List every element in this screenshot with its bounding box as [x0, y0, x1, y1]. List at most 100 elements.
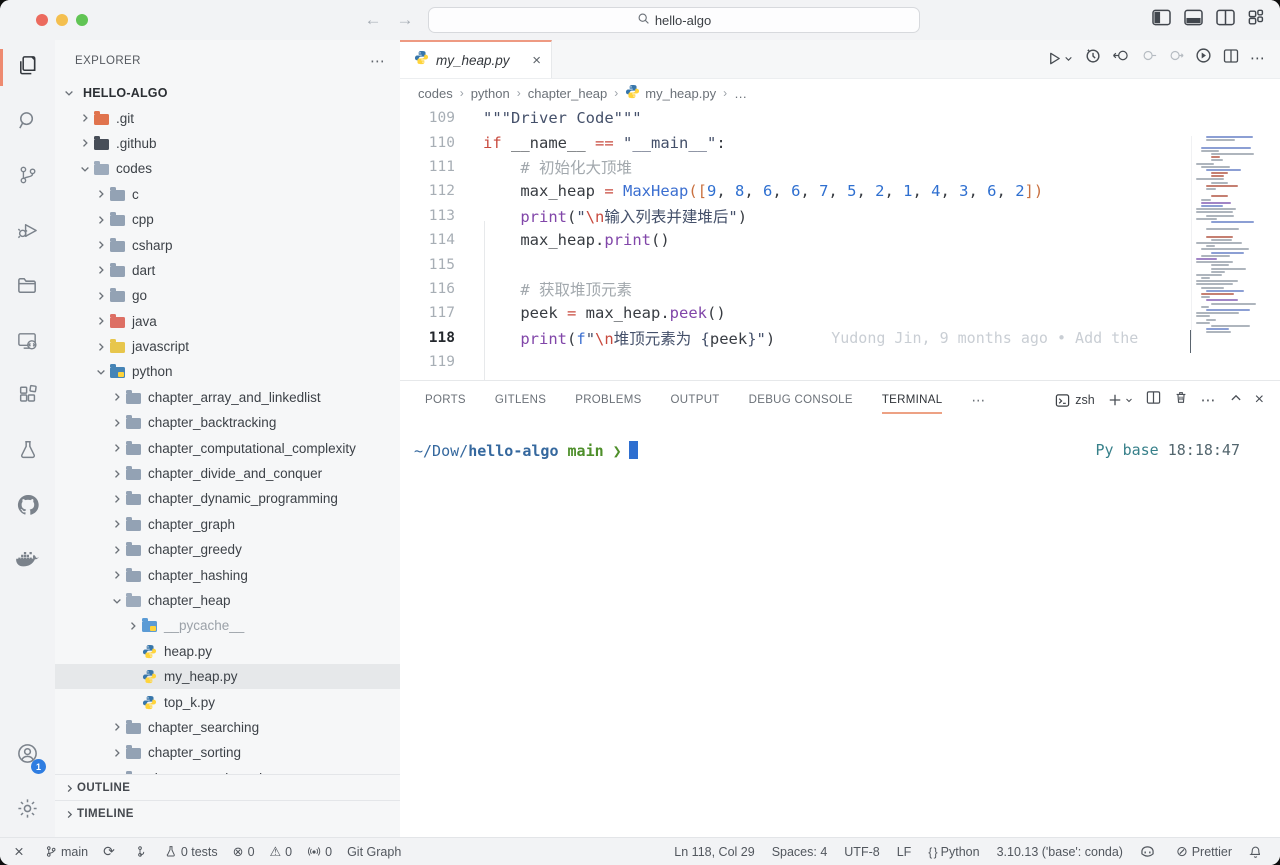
status-remote-indicator[interactable] [12, 845, 30, 858]
code-editor[interactable]: 109"""Driver Code"""110if __name__ == "_… [400, 106, 1280, 380]
tree-root-HELLO-ALGO[interactable]: HELLO-ALGO [55, 80, 400, 105]
tree-folder-python[interactable]: python [55, 359, 400, 384]
tree-folder-javascript[interactable]: javascript [55, 334, 400, 359]
toggle-panel-icon[interactable] [1184, 9, 1203, 26]
tree-folder-chapter_graph[interactable]: chapter_graph [55, 512, 400, 537]
more-actions-icon[interactable]: ⋯ [1250, 49, 1266, 67]
status-encoding[interactable]: UTF-8 [844, 845, 879, 859]
code-line-111[interactable]: 111 # 初始化大顶堆 [400, 155, 1280, 179]
status-cursor-position[interactable]: Ln 118, Col 29 [674, 845, 754, 859]
status-errors[interactable]: ⊗0 [233, 845, 255, 859]
activity-bar-item-explorer[interactable] [0, 40, 55, 95]
tree-folder-csharp[interactable]: csharp [55, 232, 400, 257]
tree-folder-dart[interactable]: dart [55, 258, 400, 283]
minimize-window-button[interactable] [56, 14, 68, 26]
close-tab-icon[interactable]: × [532, 52, 541, 69]
tab-my-heap[interactable]: my_heap.py × [400, 40, 552, 78]
maximize-panel-icon[interactable] [1230, 391, 1242, 409]
code-line-118[interactable]: 118 print(f"\n堆顶元素为 {peek}")Yudong Jin, … [400, 326, 1280, 350]
code-line-116[interactable]: 116 # 获取堆顶元素 [400, 277, 1280, 301]
activity-bar-item-accounts[interactable]: 1 [0, 728, 55, 783]
panel-tab-gitlens[interactable]: GITLENS [495, 381, 546, 419]
terminal-shell-button[interactable]: zsh [1055, 393, 1094, 408]
tree-folder-chapter_computational_complexity[interactable]: chapter_computational_complexity [55, 435, 400, 460]
tree-folder-java[interactable]: java [55, 309, 400, 334]
panel-tab-ports[interactable]: PORTS [425, 381, 466, 419]
forward-arrow-icon[interactable]: → [394, 9, 416, 31]
activity-bar-item-docker[interactable] [0, 535, 55, 590]
tree-folder-chapter_sorting[interactable]: chapter_sorting [55, 740, 400, 765]
tree-folder-cpp[interactable]: cpp [55, 207, 400, 232]
activity-bar-item-folders[interactable] [0, 260, 55, 315]
close-panel-icon[interactable]: × [1255, 391, 1264, 409]
tree-folder-chapter_searching[interactable]: chapter_searching [55, 715, 400, 740]
activity-bar-item-remote-explorer[interactable] [0, 315, 55, 370]
activity-bar-item-source-control[interactable] [0, 150, 55, 205]
run-below-icon[interactable] [1195, 47, 1212, 69]
status-eol[interactable]: LF [897, 845, 912, 859]
split-layout-icon[interactable] [1216, 9, 1235, 26]
tree-folder-chapter_heap[interactable]: chapter_heap [55, 588, 400, 613]
terminal[interactable]: ~/Dow/hello-algo main ❯ Py base 18:18:47 [414, 441, 1266, 460]
status-python-interpreter[interactable]: 3.10.13 ('base': conda) [997, 845, 1123, 859]
code-line-119[interactable]: 119 [400, 350, 1280, 374]
tree-folder-chapter_array_and_linkedlist[interactable]: chapter_array_and_linkedlist [55, 385, 400, 410]
code-line-110[interactable]: 110if __name__ == "__main__": [400, 130, 1280, 154]
command-center-search[interactable]: hello-algo [428, 7, 920, 33]
activity-bar-item-run-debug[interactable] [0, 205, 55, 260]
tree-folder-chapter_backtracking[interactable]: chapter_backtracking [55, 410, 400, 435]
tree-folder-chapter_greedy[interactable]: chapter_greedy [55, 537, 400, 562]
tree-folder-codes[interactable]: codes [55, 156, 400, 181]
explorer-more-actions-icon[interactable]: ⋯ [370, 52, 386, 70]
panel-tab-output[interactable]: OUTPUT [671, 381, 720, 419]
panel-tabs-more-icon[interactable]: ⋯ [971, 392, 986, 409]
split-editor-icon[interactable] [1223, 48, 1239, 69]
status-tests[interactable]: 0 tests [165, 845, 218, 859]
breadcrumb-item-chapter_heap[interactable]: chapter_heap [528, 86, 608, 101]
panel-more-actions-icon[interactable]: ⋯ [1201, 391, 1217, 409]
status-notifications[interactable] [1249, 845, 1266, 859]
panel-tab-debug-console[interactable]: DEBUG CONSOLE [749, 381, 853, 419]
tree-folder-chapter_dynamic_programming[interactable]: chapter_dynamic_programming [55, 486, 400, 511]
tree-folder-chapter_divide_and_conquer[interactable]: chapter_divide_and_conquer [55, 461, 400, 486]
status-sync[interactable]: ⟳ [103, 844, 119, 859]
tree-folder-go[interactable]: go [55, 283, 400, 308]
tree-file-heap.py[interactable]: heap.py [55, 639, 400, 664]
new-terminal-icon[interactable] [1108, 393, 1133, 407]
activity-bar-item-extensions[interactable] [0, 370, 55, 425]
panel-tab-problems[interactable]: PROBLEMS [575, 381, 641, 419]
outline-section[interactable]: OUTLINE [55, 774, 400, 801]
kill-terminal-icon[interactable] [1174, 390, 1188, 410]
tree-folder-.github[interactable]: .github [55, 131, 400, 156]
status-language-mode[interactable]: { }Python [928, 845, 979, 859]
minimap[interactable] [1191, 136, 1258, 340]
code-line-112[interactable]: 112 max_heap = MaxHeap([9, 8, 6, 6, 7, 5… [400, 179, 1280, 203]
customize-layout-icon[interactable] [1248, 9, 1266, 26]
status-formatter[interactable]: ⊘Prettier [1176, 844, 1232, 859]
breadcrumb-item-…[interactable]: … [734, 86, 747, 101]
close-window-button[interactable] [36, 14, 48, 26]
activity-bar-item-settings[interactable] [0, 783, 55, 838]
status-indentation[interactable]: Spaces: 4 [772, 845, 828, 859]
activity-bar-item-github[interactable] [0, 480, 55, 535]
tree-file-top_k.py[interactable]: top_k.py [55, 689, 400, 714]
tree-folder-.git[interactable]: .git [55, 105, 400, 130]
status-gitlens[interactable] [134, 845, 150, 858]
code-line-115[interactable]: 115 [400, 252, 1280, 276]
open-changes-icon[interactable] [1112, 48, 1130, 68]
status-copilot[interactable] [1140, 845, 1159, 858]
status-warnings[interactable]: ⚠0 [270, 845, 293, 859]
code-line-113[interactable]: 113 print("\n输入列表并建堆后") [400, 204, 1280, 228]
tree-file-my_heap.py[interactable]: my_heap.py [55, 664, 400, 689]
tree-folder-__pycache__[interactable]: __pycache__ [55, 613, 400, 638]
breadcrumb-item-python[interactable]: python [471, 86, 510, 101]
timeline-section[interactable]: TIMELINE [55, 800, 400, 827]
code-line-117[interactable]: 117 peek = max_heap.peek() [400, 301, 1280, 325]
zoom-window-button[interactable] [76, 14, 88, 26]
run-python-file-button[interactable] [1047, 51, 1073, 66]
activity-bar-item-testing[interactable] [0, 425, 55, 480]
back-arrow-icon[interactable]: ← [362, 9, 384, 31]
status-git-branch[interactable]: main [45, 845, 88, 859]
file-history-icon[interactable] [1084, 47, 1101, 69]
breadcrumb-item-codes[interactable]: codes [418, 86, 453, 101]
